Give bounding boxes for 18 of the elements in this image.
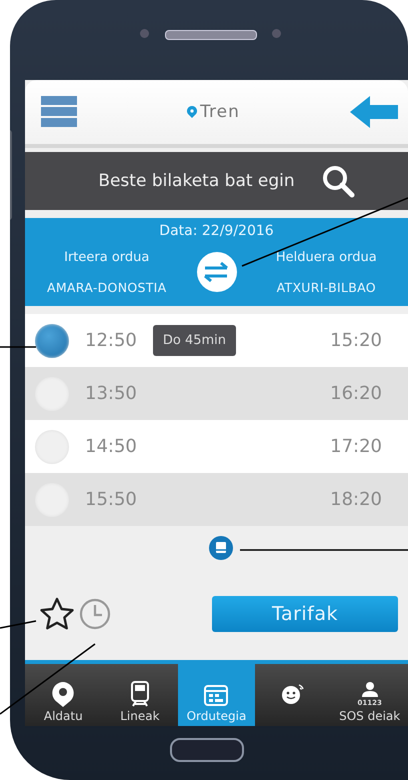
departure-time: 13:50 [85, 383, 137, 404]
arrival-time: 16:20 [330, 383, 382, 404]
destination-station: ATXURI-BILBAO [276, 280, 376, 294]
duration-tooltip: Do 45min [152, 325, 236, 356]
departure-time: 14:50 [85, 436, 137, 457]
departure-time: 12:50 [85, 330, 137, 351]
departure-time: 15:50 [85, 489, 137, 510]
arrival-time: 15:20 [330, 330, 382, 351]
screen-title: Tren [200, 102, 240, 122]
nav-tab[interactable]: Lineak [102, 664, 178, 726]
departure-label: Irteera ordua [64, 250, 150, 264]
nav-tab[interactable]: Aldatu [25, 664, 102, 726]
search-button[interactable]: Beste bilaketa bat egin [25, 152, 408, 210]
arrival-label: Helduera ordua [276, 250, 377, 264]
arrival-time: 17:20 [330, 436, 382, 457]
origin-station: AMARA-DONOSTIA [46, 280, 166, 294]
date-label: Data: 22/9/2016 [159, 223, 274, 239]
arrival-time: 18:20 [330, 489, 382, 510]
